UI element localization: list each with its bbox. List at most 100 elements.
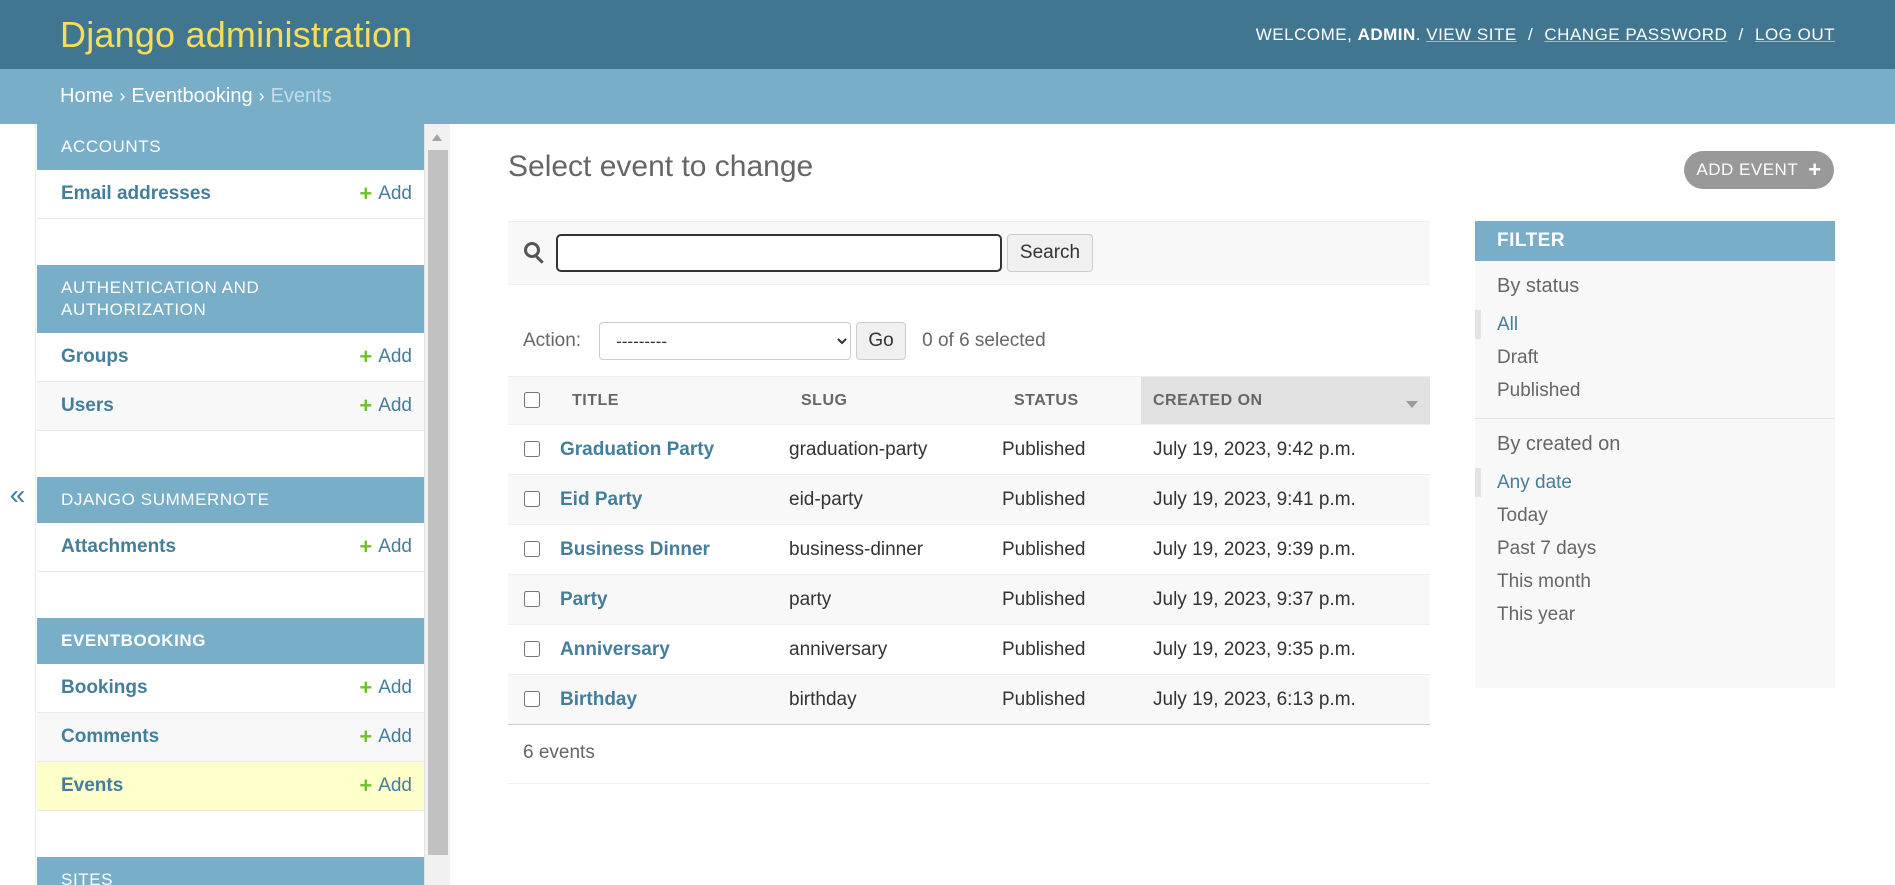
- row-checkbox[interactable]: [524, 441, 540, 458]
- filter-spacer: [1475, 456, 1835, 466]
- plus-icon: +: [359, 344, 373, 369]
- filter-option-draft[interactable]: Draft: [1475, 341, 1835, 374]
- toggle-nav-sidebar-button[interactable]: «: [0, 124, 36, 885]
- filter-spacer: [1475, 298, 1835, 308]
- scroll-up-arrow-icon[interactable]: [432, 134, 442, 141]
- filter-option-past-7-days[interactable]: Past 7 days: [1475, 532, 1835, 565]
- module-spacer: [37, 811, 424, 857]
- sidebar-item-events: Events + Add: [37, 762, 424, 811]
- column-header-slug[interactable]: SLUG: [789, 376, 1002, 425]
- filter-title: FILTER: [1475, 221, 1835, 261]
- sidebar-item-email-addresses: Email addresses + Add: [37, 170, 424, 219]
- filter-option-this-month[interactable]: This month: [1475, 565, 1835, 598]
- module-caption-auth[interactable]: AUTHENTICATION AND AUTHORIZATION: [37, 265, 424, 333]
- event-title-link[interactable]: Anniversary: [560, 639, 670, 660]
- row-checkbox[interactable]: [524, 641, 540, 658]
- sort-descending-icon[interactable]: [1406, 401, 1418, 408]
- filter-option-today[interactable]: Today: [1475, 499, 1835, 532]
- row-checkbox[interactable]: [524, 541, 540, 558]
- username: ADMIN: [1357, 24, 1416, 44]
- row-checkbox[interactable]: [524, 591, 540, 608]
- status-cell: Published: [1002, 424, 1141, 475]
- table-row: Eid Party eid-party Published July 19, 2…: [508, 474, 1430, 525]
- module-caption-summernote[interactable]: DJANGO SUMMERNOTE: [37, 477, 424, 523]
- row-checkbox[interactable]: [524, 691, 540, 708]
- created-on-cell: July 19, 2023, 9:41 p.m.: [1141, 474, 1430, 525]
- module-caption-sites[interactable]: SITES: [37, 857, 424, 885]
- breadcrumb-home[interactable]: Home: [60, 85, 113, 108]
- scrollbar-thumb[interactable]: [428, 150, 448, 855]
- row-checkbox[interactable]: [524, 491, 540, 508]
- model-link[interactable]: Groups: [61, 346, 129, 368]
- module-caption-eventbooking[interactable]: EVENTBOOKING: [37, 618, 424, 664]
- logout-link[interactable]: LOG OUT: [1755, 25, 1835, 44]
- change-password-link[interactable]: CHANGE PASSWORD: [1544, 25, 1727, 44]
- column-header-status[interactable]: STATUS: [1002, 376, 1141, 425]
- event-title-link[interactable]: Birthday: [560, 689, 637, 710]
- header: Django administration WELCOME, ADMIN. VI…: [0, 0, 1895, 69]
- search-input[interactable]: [556, 234, 1002, 272]
- welcome-text: WELCOME,: [1255, 24, 1358, 44]
- action-counter: 0 of 6 selected: [922, 330, 1046, 351]
- go-button[interactable]: Go: [856, 322, 907, 360]
- add-link[interactable]: + Add: [359, 726, 412, 748]
- select-all-checkbox[interactable]: [524, 392, 540, 409]
- filter-panel: FILTER By status All Draft Published By …: [1475, 221, 1835, 688]
- slug-cell: graduation-party: [789, 424, 1002, 475]
- sidebar-scrollbar[interactable]: [424, 124, 450, 885]
- model-link[interactable]: Attachments: [61, 536, 176, 558]
- event-title-link[interactable]: Eid Party: [560, 489, 642, 510]
- title-cell: Graduation Party: [560, 424, 789, 475]
- filter-option-any-date[interactable]: Any date: [1475, 466, 1835, 499]
- model-link[interactable]: Users: [61, 395, 114, 417]
- add-link[interactable]: + Add: [359, 775, 412, 797]
- add-event-button[interactable]: ADD EVENT +: [1684, 151, 1834, 189]
- table-row: Anniversary anniversary Published July 1…: [508, 624, 1430, 675]
- view-site-link[interactable]: VIEW SITE: [1426, 25, 1516, 44]
- search-button[interactable]: Search: [1007, 234, 1093, 272]
- created-on-cell: July 19, 2023, 6:13 p.m.: [1141, 674, 1430, 725]
- plus-icon: +: [359, 181, 373, 206]
- filter-option-all[interactable]: All: [1475, 308, 1835, 341]
- search-toolbar: Search: [508, 221, 1430, 285]
- breadcrumb-current: Events: [270, 85, 332, 107]
- slug-cell: anniversary: [789, 624, 1002, 675]
- event-title-link[interactable]: Business Dinner: [560, 539, 710, 560]
- sidebar-item-comments: Comments + Add: [37, 713, 424, 762]
- status-cell: Published: [1002, 524, 1141, 575]
- model-link[interactable]: Bookings: [61, 677, 148, 699]
- model-link[interactable]: Events: [61, 775, 123, 797]
- plus-icon: +: [359, 393, 373, 418]
- row-select-cell: [508, 674, 560, 725]
- model-link[interactable]: Email addresses: [61, 183, 211, 205]
- table-row: Business Dinner business-dinner Publishe…: [508, 524, 1430, 575]
- add-link[interactable]: + Add: [359, 536, 412, 558]
- user-tools: WELCOME, ADMIN. VIEW SITE / CHANGE PASSW…: [1255, 24, 1835, 44]
- model-link[interactable]: Comments: [61, 726, 159, 748]
- add-link[interactable]: + Add: [359, 395, 412, 417]
- add-link[interactable]: + Add: [359, 677, 412, 699]
- breadcrumb-app[interactable]: Eventbooking: [131, 85, 252, 108]
- filter-option-published[interactable]: Published: [1475, 374, 1835, 407]
- site-name[interactable]: Django administration: [60, 14, 412, 56]
- plus-icon: +: [359, 534, 373, 559]
- filter-heading-status: By status: [1497, 275, 1580, 297]
- paginator: 6 events: [508, 722, 1430, 784]
- column-header-created-on[interactable]: CREATED ON: [1141, 376, 1430, 425]
- filter-option-this-year[interactable]: This year: [1475, 598, 1835, 631]
- plus-icon: +: [1808, 157, 1822, 182]
- event-title-link[interactable]: Party: [560, 589, 608, 610]
- created-on-cell: July 19, 2023, 9:39 p.m.: [1141, 524, 1430, 575]
- action-select[interactable]: ---------: [599, 322, 852, 360]
- add-link[interactable]: + Add: [359, 346, 412, 368]
- module-caption-accounts[interactable]: ACCOUNTS: [37, 124, 424, 170]
- module-spacer: [37, 431, 424, 477]
- plus-icon: +: [359, 675, 373, 700]
- add-label: Add: [378, 536, 412, 557]
- column-header-title[interactable]: TITLE: [560, 376, 789, 425]
- add-link[interactable]: + Add: [359, 183, 412, 205]
- add-label: Add: [378, 346, 412, 367]
- filter-spacer: [1475, 261, 1835, 275]
- filter-list-created-on: Any date Today Past 7 days This month Th…: [1475, 466, 1835, 631]
- event-title-link[interactable]: Graduation Party: [560, 439, 714, 460]
